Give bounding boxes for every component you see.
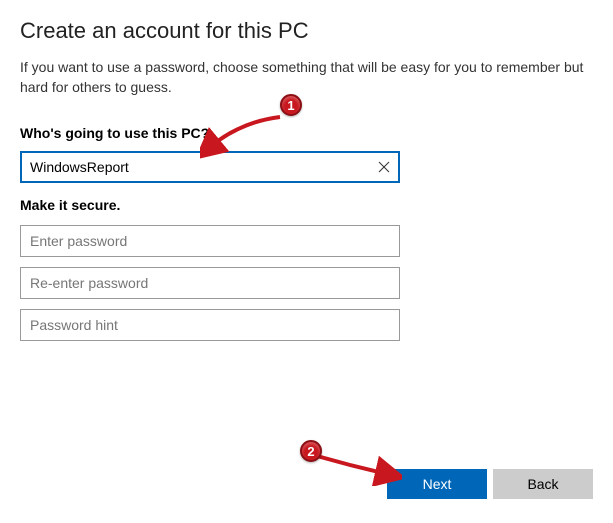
password-section-label: Make it secure. — [20, 197, 593, 213]
back-button[interactable]: Back — [493, 469, 593, 499]
hint-input-wrap — [20, 309, 400, 341]
page-title: Create an account for this PC — [20, 18, 593, 44]
password-input-wrap — [20, 225, 400, 257]
footer-buttons: Next Back — [387, 469, 593, 499]
clear-input-icon[interactable] — [374, 157, 394, 177]
password-input[interactable] — [20, 225, 400, 257]
password-input-stack — [20, 225, 593, 341]
page-subtitle: If you want to use a password, choose so… — [20, 58, 593, 97]
username-input-wrap — [20, 151, 400, 183]
annotation-marker-2: 2 — [300, 440, 322, 462]
username-section-label: Who's going to use this PC? — [20, 125, 593, 141]
reenter-input-wrap — [20, 267, 400, 299]
next-button[interactable]: Next — [387, 469, 487, 499]
reenter-password-input[interactable] — [20, 267, 400, 299]
annotation-marker-1: 1 — [280, 94, 302, 116]
password-hint-input[interactable] — [20, 309, 400, 341]
username-input[interactable] — [20, 151, 400, 183]
